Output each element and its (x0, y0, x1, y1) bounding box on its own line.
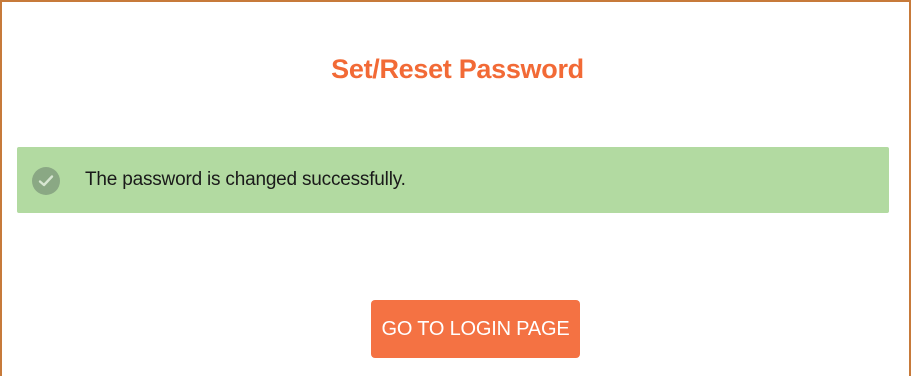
checkmark-icon (38, 175, 54, 187)
password-reset-panel: Set/Reset Password The password is chang… (0, 0, 911, 376)
success-message: The password is changed successfully. (85, 169, 406, 190)
check-circle-icon (32, 167, 60, 195)
page-title: Set/Reset Password (331, 54, 584, 84)
go-to-login-button[interactable]: GO TO LOGIN PAGE (371, 300, 580, 358)
success-alert: The password is changed successfully. (17, 147, 889, 213)
